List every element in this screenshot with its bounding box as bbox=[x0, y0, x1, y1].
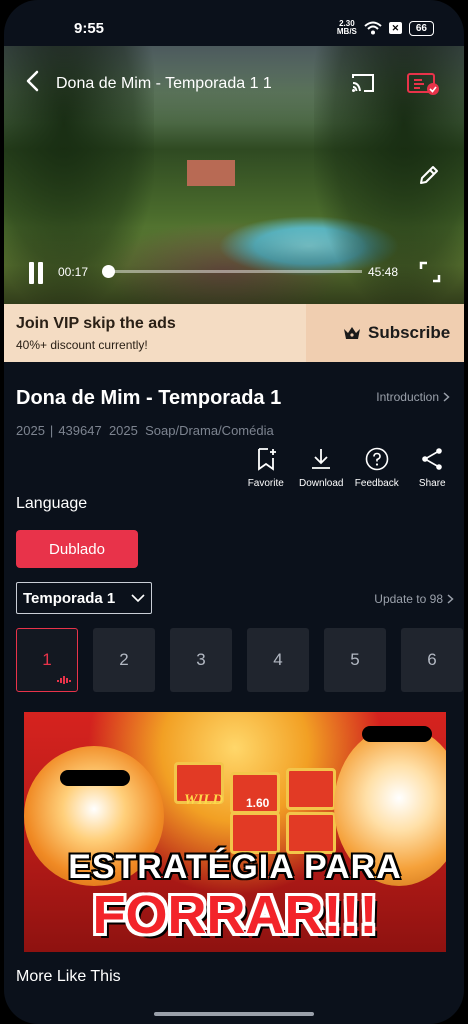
chevron-right-icon bbox=[447, 594, 454, 604]
feedback-button[interactable]: Feedback bbox=[349, 447, 405, 493]
progress-handle[interactable] bbox=[101, 265, 115, 278]
video-player[interactable]: Dona de Mim - Temporada 1 1 00:17 45:48 bbox=[4, 46, 464, 304]
season-select[interactable]: Temporada 1 bbox=[16, 582, 152, 614]
ad-headline-1: ESTRATÉGIA PARA bbox=[68, 848, 402, 886]
current-time: 00:17 bbox=[58, 265, 89, 279]
crown-icon bbox=[344, 327, 360, 339]
favorite-button[interactable]: Favorite bbox=[238, 447, 294, 493]
home-indicator[interactable] bbox=[154, 1012, 314, 1016]
download-button[interactable]: Download bbox=[294, 447, 350, 493]
battery-icon: 66 bbox=[408, 20, 434, 36]
chevron-down-icon bbox=[131, 594, 145, 603]
ad-banner[interactable]: WILD 1.60 ESTRATÉGIA PARA FORRAR!!! bbox=[24, 712, 446, 952]
episode-item[interactable]: 4 bbox=[247, 628, 309, 692]
network-speed: 2.30 MB/S bbox=[336, 19, 357, 36]
episode-item[interactable]: 1 bbox=[16, 628, 78, 692]
playing-indicator-icon bbox=[57, 676, 71, 684]
introduction-link[interactable]: Introduction bbox=[376, 390, 450, 404]
language-label: Language bbox=[16, 495, 88, 512]
episode-item[interactable]: 6 bbox=[401, 628, 463, 692]
notification-icon: ✕ bbox=[388, 22, 402, 34]
episode-item[interactable]: 5 bbox=[324, 628, 386, 692]
show-meta: 2025 | 439647 2025 Soap/Drama/Comédia bbox=[16, 423, 274, 438]
pause-icon[interactable] bbox=[26, 262, 46, 284]
slot-value-label: 1.60 bbox=[246, 796, 270, 810]
vip-title: Join VIP skip the ads bbox=[16, 315, 176, 332]
video-title: Dona de Mim - Temporada 1 1 bbox=[56, 75, 272, 92]
meta-genres: Soap/Drama/Comédia bbox=[145, 423, 274, 438]
chevron-right-icon bbox=[443, 392, 450, 402]
vip-banner[interactable]: Join VIP skip the ads 40%+ discount curr… bbox=[4, 304, 464, 362]
app-screen: 9:55 2.30 MB/S ✕ 66 Dona de Mim - Tempor… bbox=[4, 0, 464, 1024]
action-row: Favorite Download Feedback Share bbox=[238, 447, 460, 493]
episode-item[interactable]: 3 bbox=[170, 628, 232, 692]
season-selected-label: Temporada 1 bbox=[23, 589, 116, 607]
ad-headline-2: FORRAR!!! bbox=[92, 885, 378, 945]
total-time: 45:48 bbox=[368, 265, 399, 279]
meta-year-2: 2025 bbox=[108, 423, 138, 438]
progress-bar[interactable] bbox=[101, 265, 362, 278]
language-dublado-button[interactable]: Dublado bbox=[16, 530, 138, 568]
episode-list: 1 2 3 4 5 6 bbox=[16, 628, 464, 692]
feedback-icon bbox=[365, 447, 389, 471]
record-icon[interactable] bbox=[406, 72, 440, 96]
favorite-icon bbox=[257, 448, 276, 471]
download-icon bbox=[312, 449, 331, 469]
wifi-icon bbox=[364, 21, 382, 35]
status-time: 9:55 bbox=[74, 20, 105, 37]
sunglasses-icon bbox=[362, 726, 432, 742]
update-link[interactable]: Update to 98 bbox=[374, 592, 454, 606]
sunglasses-icon bbox=[60, 770, 130, 786]
fullscreen-icon[interactable] bbox=[418, 260, 442, 284]
slot-tile bbox=[286, 768, 336, 810]
edit-icon[interactable] bbox=[418, 164, 440, 186]
cast-icon[interactable] bbox=[350, 72, 376, 94]
subscribe-label: Subscribe bbox=[368, 323, 451, 342]
subscribe-button[interactable]: Subscribe bbox=[306, 304, 464, 362]
meta-divider: | bbox=[49, 423, 54, 438]
more-like-this-heading: More Like This bbox=[16, 968, 121, 985]
share-icon bbox=[422, 448, 443, 470]
episode-item[interactable]: 2 bbox=[93, 628, 155, 692]
vip-subtitle: 40%+ discount currently! bbox=[16, 338, 148, 352]
meta-views: 439647 bbox=[58, 423, 102, 438]
share-button[interactable]: Share bbox=[405, 447, 461, 493]
meta-year: 2025 bbox=[16, 423, 45, 438]
slot-wild-label: WILD bbox=[184, 792, 224, 808]
status-icons: 2.30 MB/S ✕ 66 bbox=[337, 20, 434, 36]
back-icon[interactable] bbox=[22, 69, 44, 93]
status-bar: 9:55 2.30 MB/S ✕ 66 bbox=[4, 0, 464, 46]
show-title: Dona de Mim - Temporada 1 bbox=[16, 387, 282, 409]
